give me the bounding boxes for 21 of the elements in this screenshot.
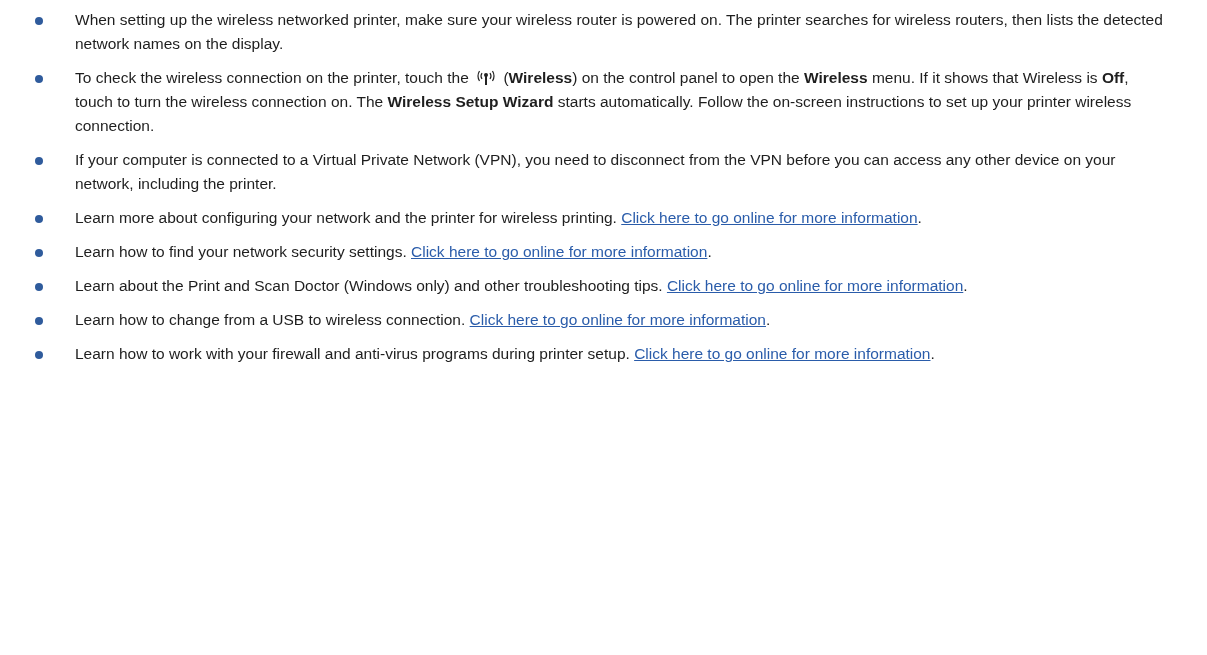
bullet-text: Learn about the Print and Scan Doctor (Windows only) and other troubleshooting tips. Click here to go online for more information. bbox=[75, 276, 968, 296]
online-info-link[interactable]: Click here to go online for more information bbox=[634, 345, 931, 362]
bullet-text: When setting up the wireless networked printer, make sure your wireless router is powered on. The printer searches for wireless routers, then lists the detected network names on the display. bbox=[75, 10, 1164, 54]
bullet-icon bbox=[35, 283, 43, 291]
bullet-icon bbox=[35, 249, 43, 257]
bullet-text: To check the wireless connection on the printer, touch the (Wireless) on the control panel to open the Wireless menu. If it shows that Wireless is Off, touch to turn the wireless connection on. The Wireless Setup Wizard starts automatically. Follow the on-screen instructions to set up your printer wireless connection. bbox=[75, 68, 1133, 136]
bullet-icon bbox=[35, 17, 43, 25]
online-info-link[interactable]: Click here to go online for more information bbox=[621, 209, 918, 226]
bullet-icon bbox=[35, 75, 43, 83]
bullet-text: Learn how to find your network security settings. Click here to go online for more information. bbox=[75, 242, 712, 262]
bullet-icon bbox=[35, 351, 43, 359]
online-info-link[interactable]: Click here to go online for more information bbox=[469, 311, 766, 328]
bullet-icon bbox=[35, 215, 43, 223]
bullet-text: Learn how to work with your firewall and anti-virus programs during printer setup. Click here to go online for more information. bbox=[75, 344, 935, 364]
bullet-icon bbox=[35, 157, 43, 165]
bullet-text: Learn more about configuring your network and the printer for wireless printing. Click here to go online for more information. bbox=[75, 208, 922, 228]
bullet-icon bbox=[35, 317, 43, 325]
online-info-link[interactable]: Click here to go online for more information bbox=[411, 243, 708, 260]
bullet-text: If your computer is connected to a Virtual Private Network (VPN), you need to disconnect from the VPN before you can access any other device on your network, including the printer. bbox=[75, 150, 1117, 194]
wireless-icon bbox=[475, 69, 498, 85]
bullet-text: Learn how to change from a USB to wireless connection. Click here to go online for more information. bbox=[75, 310, 771, 330]
